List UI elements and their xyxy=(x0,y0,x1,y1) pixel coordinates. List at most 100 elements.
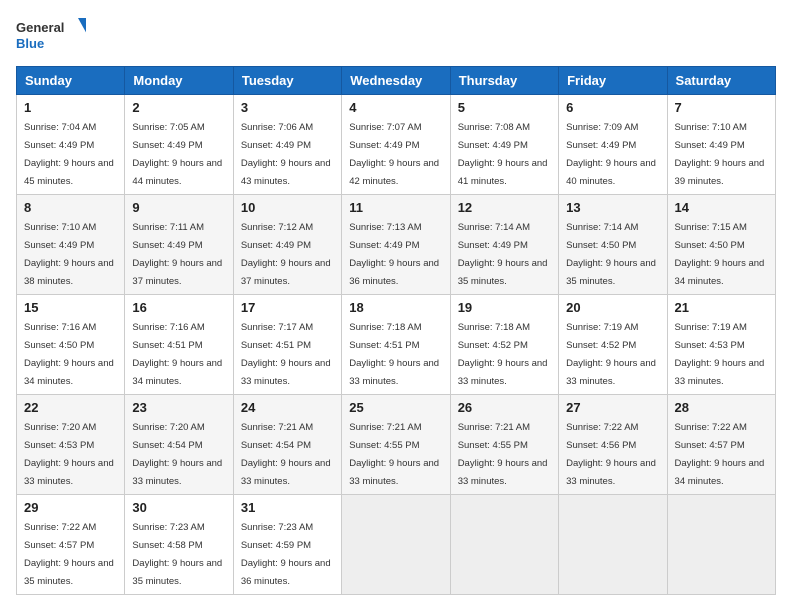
day-info: Sunrise: 7:21 AMSunset: 4:54 PMDaylight:… xyxy=(241,422,331,487)
calendar-cell: 21 Sunrise: 7:19 AMSunset: 4:53 PMDaylig… xyxy=(667,295,775,395)
day-info: Sunrise: 7:18 AMSunset: 4:52 PMDaylight:… xyxy=(458,322,548,387)
column-header-saturday: Saturday xyxy=(667,67,775,95)
calendar-week-4: 22 Sunrise: 7:20 AMSunset: 4:53 PMDaylig… xyxy=(17,395,776,495)
day-info: Sunrise: 7:04 AMSunset: 4:49 PMDaylight:… xyxy=(24,122,114,187)
day-info: Sunrise: 7:08 AMSunset: 4:49 PMDaylight:… xyxy=(458,122,548,187)
column-header-wednesday: Wednesday xyxy=(342,67,450,95)
calendar-cell: 7 Sunrise: 7:10 AMSunset: 4:49 PMDayligh… xyxy=(667,95,775,195)
calendar-week-2: 8 Sunrise: 7:10 AMSunset: 4:49 PMDayligh… xyxy=(17,195,776,295)
calendar-cell: 27 Sunrise: 7:22 AMSunset: 4:56 PMDaylig… xyxy=(559,395,667,495)
calendar-cell xyxy=(342,495,450,595)
day-info: Sunrise: 7:07 AMSunset: 4:49 PMDaylight:… xyxy=(349,122,439,187)
calendar-cell: 22 Sunrise: 7:20 AMSunset: 4:53 PMDaylig… xyxy=(17,395,125,495)
svg-text:Blue: Blue xyxy=(16,36,44,51)
calendar-cell: 9 Sunrise: 7:11 AMSunset: 4:49 PMDayligh… xyxy=(125,195,233,295)
calendar-cell: 3 Sunrise: 7:06 AMSunset: 4:49 PMDayligh… xyxy=(233,95,341,195)
day-number: 26 xyxy=(458,400,551,415)
column-header-monday: Monday xyxy=(125,67,233,95)
day-number: 24 xyxy=(241,400,334,415)
day-number: 23 xyxy=(132,400,225,415)
calendar-cell: 1 Sunrise: 7:04 AMSunset: 4:49 PMDayligh… xyxy=(17,95,125,195)
day-info: Sunrise: 7:05 AMSunset: 4:49 PMDaylight:… xyxy=(132,122,222,187)
day-info: Sunrise: 7:19 AMSunset: 4:53 PMDaylight:… xyxy=(675,322,765,387)
calendar-cell: 31 Sunrise: 7:23 AMSunset: 4:59 PMDaylig… xyxy=(233,495,341,595)
day-info: Sunrise: 7:23 AMSunset: 4:58 PMDaylight:… xyxy=(132,522,222,587)
day-number: 9 xyxy=(132,200,225,215)
calendar-cell: 29 Sunrise: 7:22 AMSunset: 4:57 PMDaylig… xyxy=(17,495,125,595)
calendar-cell: 20 Sunrise: 7:19 AMSunset: 4:52 PMDaylig… xyxy=(559,295,667,395)
day-number: 6 xyxy=(566,100,659,115)
calendar-cell: 25 Sunrise: 7:21 AMSunset: 4:55 PMDaylig… xyxy=(342,395,450,495)
calendar-cell: 5 Sunrise: 7:08 AMSunset: 4:49 PMDayligh… xyxy=(450,95,558,195)
day-number: 22 xyxy=(24,400,117,415)
calendar-cell: 23 Sunrise: 7:20 AMSunset: 4:54 PMDaylig… xyxy=(125,395,233,495)
day-info: Sunrise: 7:15 AMSunset: 4:50 PMDaylight:… xyxy=(675,222,765,287)
calendar-cell: 17 Sunrise: 7:17 AMSunset: 4:51 PMDaylig… xyxy=(233,295,341,395)
day-info: Sunrise: 7:19 AMSunset: 4:52 PMDaylight:… xyxy=(566,322,656,387)
calendar-cell: 2 Sunrise: 7:05 AMSunset: 4:49 PMDayligh… xyxy=(125,95,233,195)
day-number: 4 xyxy=(349,100,442,115)
day-info: Sunrise: 7:12 AMSunset: 4:49 PMDaylight:… xyxy=(241,222,331,287)
day-number: 15 xyxy=(24,300,117,315)
day-info: Sunrise: 7:21 AMSunset: 4:55 PMDaylight:… xyxy=(349,422,439,487)
day-number: 2 xyxy=(132,100,225,115)
header: General Blue xyxy=(16,16,776,54)
calendar-cell: 15 Sunrise: 7:16 AMSunset: 4:50 PMDaylig… xyxy=(17,295,125,395)
day-number: 3 xyxy=(241,100,334,115)
calendar-cell: 10 Sunrise: 7:12 AMSunset: 4:49 PMDaylig… xyxy=(233,195,341,295)
day-number: 13 xyxy=(566,200,659,215)
calendar-cell: 14 Sunrise: 7:15 AMSunset: 4:50 PMDaylig… xyxy=(667,195,775,295)
day-number: 8 xyxy=(24,200,117,215)
calendar-cell: 13 Sunrise: 7:14 AMSunset: 4:50 PMDaylig… xyxy=(559,195,667,295)
calendar-cell: 4 Sunrise: 7:07 AMSunset: 4:49 PMDayligh… xyxy=(342,95,450,195)
calendar-week-3: 15 Sunrise: 7:16 AMSunset: 4:50 PMDaylig… xyxy=(17,295,776,395)
calendar-week-1: 1 Sunrise: 7:04 AMSunset: 4:49 PMDayligh… xyxy=(17,95,776,195)
day-info: Sunrise: 7:21 AMSunset: 4:55 PMDaylight:… xyxy=(458,422,548,487)
svg-text:General: General xyxy=(16,20,64,35)
calendar-cell: 18 Sunrise: 7:18 AMSunset: 4:51 PMDaylig… xyxy=(342,295,450,395)
calendar-cell: 12 Sunrise: 7:14 AMSunset: 4:49 PMDaylig… xyxy=(450,195,558,295)
day-info: Sunrise: 7:22 AMSunset: 4:57 PMDaylight:… xyxy=(675,422,765,487)
day-number: 14 xyxy=(675,200,768,215)
day-number: 18 xyxy=(349,300,442,315)
calendar-cell xyxy=(667,495,775,595)
day-number: 10 xyxy=(241,200,334,215)
day-number: 28 xyxy=(675,400,768,415)
calendar-table: SundayMondayTuesdayWednesdayThursdayFrid… xyxy=(16,66,776,595)
day-info: Sunrise: 7:16 AMSunset: 4:51 PMDaylight:… xyxy=(132,322,222,387)
day-info: Sunrise: 7:22 AMSunset: 4:56 PMDaylight:… xyxy=(566,422,656,487)
day-info: Sunrise: 7:18 AMSunset: 4:51 PMDaylight:… xyxy=(349,322,439,387)
calendar-cell xyxy=(559,495,667,595)
day-number: 5 xyxy=(458,100,551,115)
calendar-cell: 19 Sunrise: 7:18 AMSunset: 4:52 PMDaylig… xyxy=(450,295,558,395)
day-number: 21 xyxy=(675,300,768,315)
calendar-cell: 24 Sunrise: 7:21 AMSunset: 4:54 PMDaylig… xyxy=(233,395,341,495)
day-number: 27 xyxy=(566,400,659,415)
calendar-cell: 8 Sunrise: 7:10 AMSunset: 4:49 PMDayligh… xyxy=(17,195,125,295)
logo: General Blue xyxy=(16,16,86,54)
day-number: 31 xyxy=(241,500,334,515)
calendar-cell: 30 Sunrise: 7:23 AMSunset: 4:58 PMDaylig… xyxy=(125,495,233,595)
day-number: 16 xyxy=(132,300,225,315)
day-number: 12 xyxy=(458,200,551,215)
day-info: Sunrise: 7:16 AMSunset: 4:50 PMDaylight:… xyxy=(24,322,114,387)
day-info: Sunrise: 7:20 AMSunset: 4:53 PMDaylight:… xyxy=(24,422,114,487)
day-info: Sunrise: 7:22 AMSunset: 4:57 PMDaylight:… xyxy=(24,522,114,587)
day-info: Sunrise: 7:17 AMSunset: 4:51 PMDaylight:… xyxy=(241,322,331,387)
day-number: 7 xyxy=(675,100,768,115)
calendar-cell: 28 Sunrise: 7:22 AMSunset: 4:57 PMDaylig… xyxy=(667,395,775,495)
day-number: 19 xyxy=(458,300,551,315)
day-info: Sunrise: 7:14 AMSunset: 4:49 PMDaylight:… xyxy=(458,222,548,287)
calendar-header-row: SundayMondayTuesdayWednesdayThursdayFrid… xyxy=(17,67,776,95)
calendar-week-5: 29 Sunrise: 7:22 AMSunset: 4:57 PMDaylig… xyxy=(17,495,776,595)
day-number: 20 xyxy=(566,300,659,315)
day-info: Sunrise: 7:10 AMSunset: 4:49 PMDaylight:… xyxy=(24,222,114,287)
calendar-cell xyxy=(450,495,558,595)
day-info: Sunrise: 7:09 AMSunset: 4:49 PMDaylight:… xyxy=(566,122,656,187)
day-info: Sunrise: 7:20 AMSunset: 4:54 PMDaylight:… xyxy=(132,422,222,487)
day-number: 29 xyxy=(24,500,117,515)
calendar-cell: 26 Sunrise: 7:21 AMSunset: 4:55 PMDaylig… xyxy=(450,395,558,495)
day-info: Sunrise: 7:23 AMSunset: 4:59 PMDaylight:… xyxy=(241,522,331,587)
day-number: 11 xyxy=(349,200,442,215)
day-number: 30 xyxy=(132,500,225,515)
